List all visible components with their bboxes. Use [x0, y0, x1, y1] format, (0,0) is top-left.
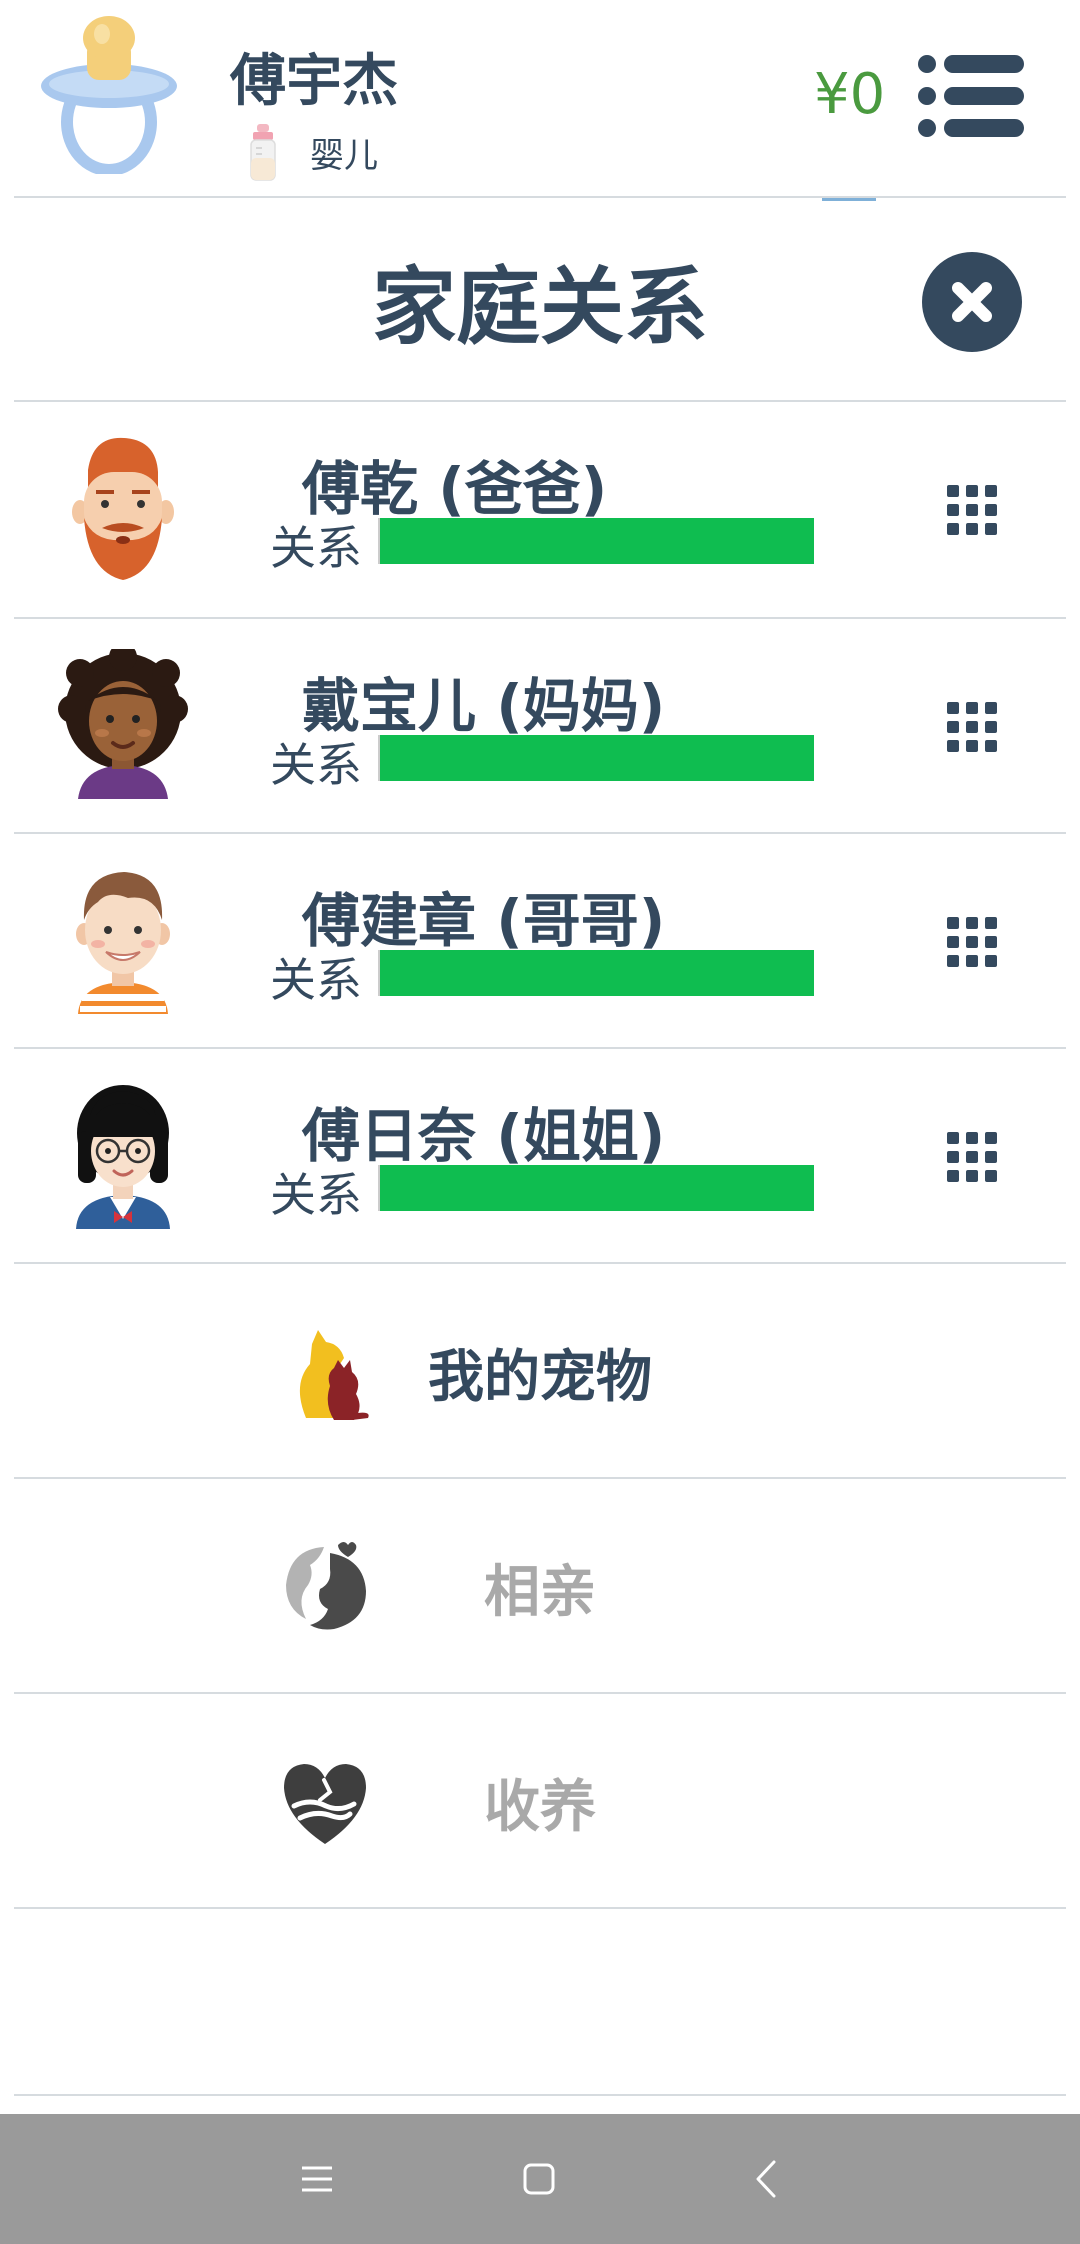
bearded-man-avatar: [72, 437, 174, 580]
relationship-bar-fill: [380, 950, 814, 996]
grid-menu-icon[interactable]: [946, 484, 998, 536]
life-stage: 婴儿: [248, 122, 378, 182]
back-icon[interactable]: [742, 2154, 792, 2204]
relationship-label: 关系: [270, 738, 362, 792]
my-pets-button[interactable]: 我的宠物: [0, 1264, 1080, 1479]
action-label: 收养: [484, 1775, 596, 1840]
action-label: 我的宠物: [428, 1345, 652, 1410]
system-navigation-bar: [0, 2114, 1080, 2244]
family-member-row[interactable]: 戴宝儿 (妈妈) 关系: [0, 619, 1080, 834]
baby-bottle-icon: [250, 124, 276, 181]
relationship-bar: [378, 518, 814, 564]
action-label: 相亲: [484, 1560, 596, 1625]
relationship-bar: [378, 950, 814, 996]
close-icon: [952, 282, 992, 322]
divider: [14, 2094, 1066, 2096]
recent-apps-icon[interactable]: [292, 2154, 342, 2204]
header-divider: [14, 196, 1066, 198]
relationship-label: 关系: [270, 521, 362, 575]
matchmaking-button[interactable]: 相亲: [0, 1479, 1080, 1694]
family-member-row[interactable]: 傅乾 (爸爸) 关系: [0, 402, 1080, 617]
adoption-icon: [284, 1764, 366, 1844]
divider: [14, 1907, 1066, 1909]
grid-menu-icon[interactable]: [946, 916, 998, 968]
relationship-bar-fill: [380, 735, 814, 781]
money-underline: [822, 198, 876, 201]
girl-with-glasses-avatar: [76, 1085, 170, 1229]
relationship-bar-fill: [380, 518, 814, 564]
family-member-row[interactable]: 傅日奈 (姐姐) 关系: [0, 1049, 1080, 1264]
adoption-button[interactable]: 收养: [0, 1694, 1080, 1909]
list-menu-icon[interactable]: [918, 54, 1026, 138]
family-member-row[interactable]: 傅建章 (哥哥) 关系: [0, 834, 1080, 1049]
pacifier-icon: [41, 16, 177, 174]
home-icon[interactable]: [514, 2154, 564, 2204]
grid-menu-icon[interactable]: [946, 701, 998, 753]
player-name: 傅宇杰: [230, 49, 398, 114]
life-stage-label: 婴儿: [310, 135, 378, 176]
close-button[interactable]: [922, 252, 1022, 352]
relationship-bar-fill: [380, 1165, 814, 1211]
relationship-label: 关系: [270, 953, 362, 1007]
pets-icon: [299, 1330, 369, 1420]
grid-menu-icon[interactable]: [946, 1131, 998, 1183]
panel-title: 家庭关系: [371, 258, 708, 356]
relationship-bar: [378, 735, 814, 781]
money-balance: ¥0: [814, 62, 886, 127]
curly-hair-woman-avatar: [58, 649, 188, 799]
boy-avatar: [76, 872, 170, 1014]
matchmaking-icon: [286, 1542, 366, 1630]
relationship-bar: [378, 1165, 814, 1211]
top-status-header: 傅宇杰 婴儿 ¥0: [0, 0, 1080, 198]
relationship-label: 关系: [270, 1168, 362, 1222]
